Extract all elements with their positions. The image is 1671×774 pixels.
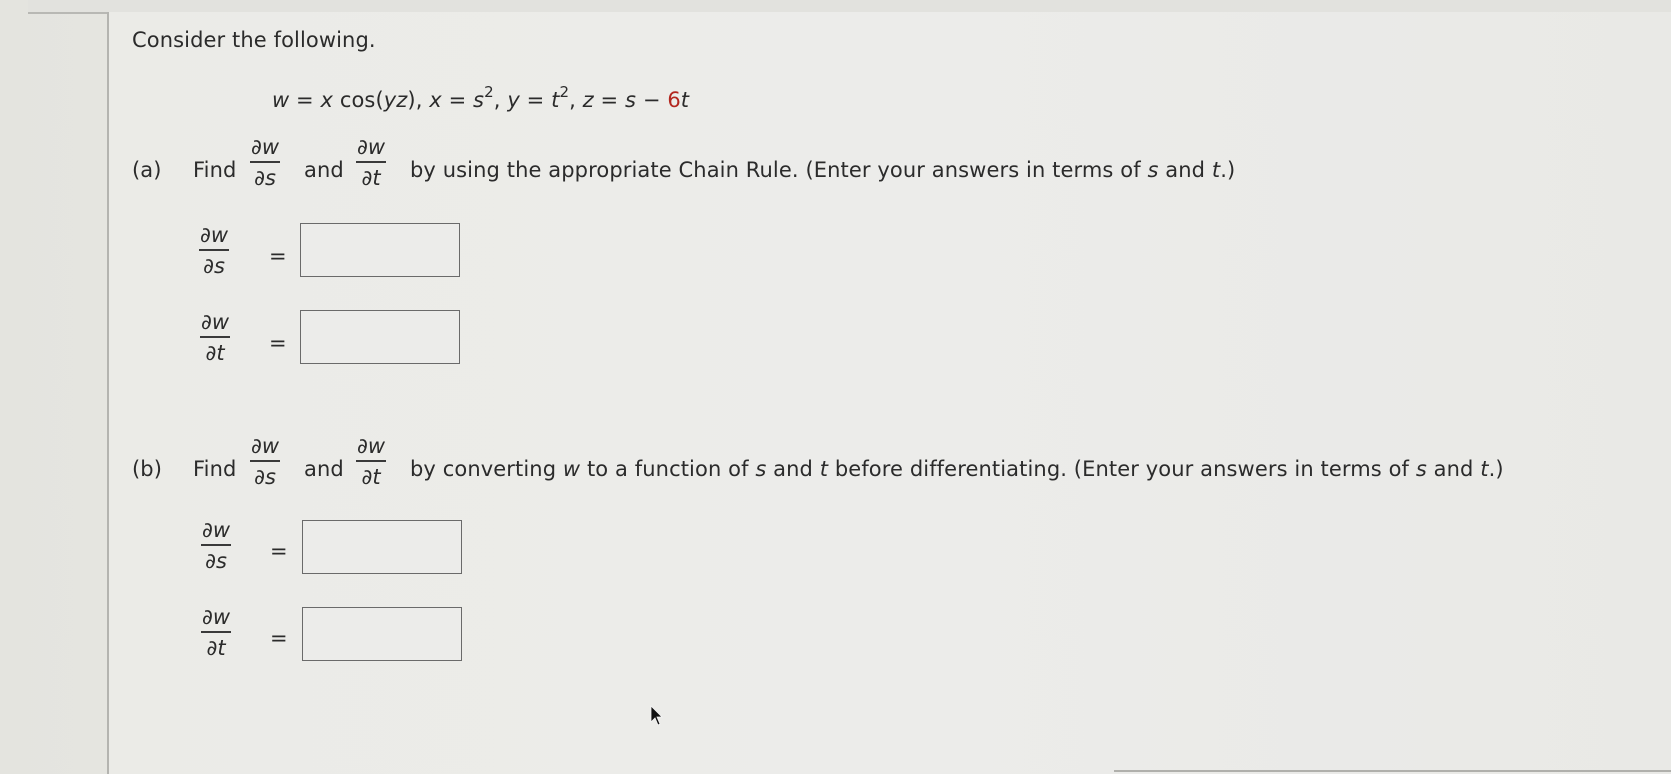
fraction-denominator: ∂s [254,165,276,190]
part-b-dw-ds-input[interactable] [302,520,462,574]
fraction-denominator: ∂t [205,340,225,365]
tail-text: .) [1220,158,1236,182]
part-a-dw-dt-input[interactable] [300,310,460,364]
fraction-numerator: ∂w [357,135,386,159]
tail-text: .) [1488,457,1504,481]
fraction-denominator: ∂s [254,464,276,489]
part-b-fraction-dw-ds: ∂w ∂s [250,433,281,490]
equals-sign: = [270,539,288,563]
part-a-instruction: by using the appropriate Chain Rule. (En… [410,158,1235,182]
part-a-find: Find [193,158,237,182]
part-a-fraction-dw-dt: ∂w ∂t [356,134,387,191]
problem-equation: w = x cos(yz), x = s2, y = t2, z = s − 6… [272,83,690,113]
fraction-numerator: ∂w [251,135,280,159]
instruction-text: by using the appropriate Chain Rule. (En… [410,158,1148,182]
fraction-bar [200,336,231,338]
fraction-bar [199,249,230,251]
z-coefficient: 6 [667,88,681,112]
var-s: s [1415,457,1427,481]
fraction-numerator: ∂w [201,310,230,334]
var-t: t [819,457,829,481]
and-text: and [1426,457,1481,481]
fraction-denominator: ∂s [205,548,227,573]
instruction-text: to a function of [580,457,756,481]
var-s: s [755,457,767,481]
part-b-answer-2-label: ∂w ∂t [201,604,232,661]
fraction-denominator: ∂t [206,635,226,660]
fraction-denominator: ∂t [361,165,381,190]
part-a-and: and [304,158,344,182]
fraction-bar [201,631,232,633]
var-t: t [1480,457,1489,481]
part-b-answer-1-label: ∂w ∂s [201,517,232,574]
fraction-numerator: ∂w [251,434,280,458]
part-a-label: (a) [132,158,162,182]
mouse-pointer-icon [650,705,663,726]
instruction-text: by converting [410,457,563,481]
fraction-numerator: ∂w [357,434,386,458]
part-a-fraction-dw-ds: ∂w ∂s [250,134,281,191]
part-b-instruction: by converting w to a function of s and t… [410,457,1504,481]
part-b-label: (b) [132,457,163,481]
instruction-text: before differentiating. (Enter your answ… [828,457,1416,481]
part-b-dw-dt-input[interactable] [302,607,462,661]
part-b-find: Find [193,457,237,481]
fraction-bar [201,544,232,546]
fraction-denominator: ∂t [361,464,381,489]
fraction-numerator: ∂w [200,223,229,247]
part-a-answer-2-label: ∂w ∂t [200,309,231,366]
fraction-bar [356,161,387,163]
fraction-bar [250,161,281,163]
part-a-dw-ds-input[interactable] [300,223,460,277]
fraction-bar [250,460,281,462]
fraction-numerator: ∂w [202,518,231,542]
fraction-numerator: ∂w [202,605,231,629]
bottom-divider [1114,770,1671,772]
intro-text: Consider the following. [132,28,376,52]
part-b-and: and [304,457,344,481]
z-variable: t [680,88,690,112]
part-b-fraction-dw-dt: ∂w ∂t [356,433,387,490]
and-text: and [1158,158,1212,182]
part-a-answer-1-label: ∂w ∂s [199,222,230,279]
var-s: s [1147,158,1159,182]
fraction-bar [356,460,387,462]
equals-sign: = [270,626,288,650]
equals-sign: = [269,331,287,355]
var-t: t [1211,158,1221,182]
and-text: and [766,457,820,481]
var-w: w [562,457,581,481]
equals-sign: = [269,244,287,268]
x-exponent: 2 [484,83,494,101]
fraction-denominator: ∂s [203,253,225,278]
y-exponent: 2 [559,83,570,101]
